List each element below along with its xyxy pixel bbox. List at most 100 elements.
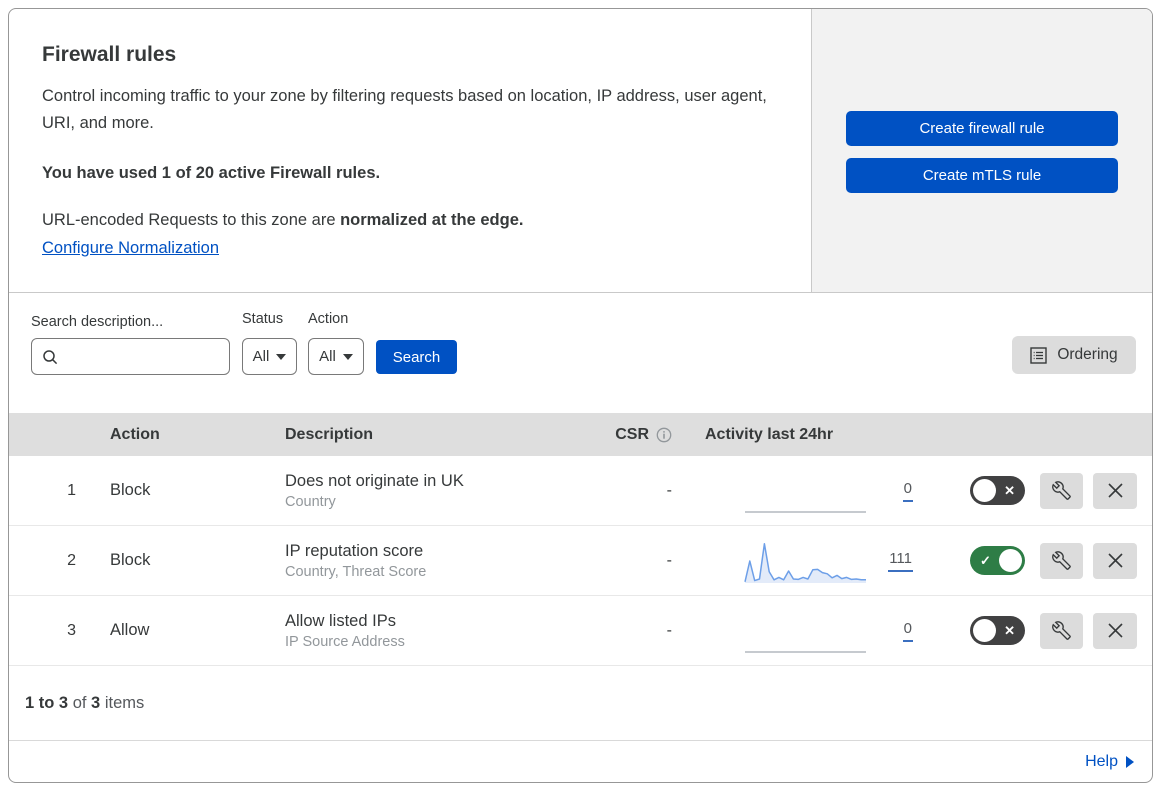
- chevron-down-icon: [342, 353, 353, 360]
- status-dropdown[interactable]: All: [242, 338, 297, 375]
- rule-description: Allow listed IPs: [285, 611, 396, 630]
- csr-header-label: CSR: [615, 425, 649, 443]
- activity-sparkline: [745, 510, 866, 513]
- items-total: 3: [91, 693, 101, 712]
- wrench-icon: [1052, 551, 1071, 570]
- rule-priority: 3: [67, 621, 76, 639]
- create-firewall-rule-button[interactable]: Create firewall rule: [846, 111, 1118, 146]
- activity-count-link[interactable]: 0: [902, 620, 913, 642]
- rule-enabled-toggle[interactable]: ✕: [970, 476, 1025, 505]
- rule-priority: 1: [67, 481, 76, 499]
- toggle-state-icon: ✓: [980, 552, 991, 568]
- rule-description-cell: Does not originate in UK Country: [285, 472, 605, 510]
- create-mtls-rule-button[interactable]: Create mTLS rule: [846, 158, 1118, 193]
- action-column-header: Action: [110, 425, 160, 443]
- delete-rule-button[interactable]: [1093, 472, 1137, 509]
- rule-controls: ✓: [920, 542, 1152, 579]
- close-icon: [1107, 622, 1124, 639]
- filter-bar: Search description... Status All Action …: [9, 293, 1152, 413]
- items-text: items: [100, 693, 145, 712]
- toggle-knob: [973, 619, 996, 642]
- ordering-button[interactable]: Ordering: [1012, 336, 1136, 374]
- status-filter-label: Status: [242, 311, 284, 327]
- rule-controls: ✕: [920, 612, 1152, 649]
- configure-normalization-link[interactable]: Configure Normalization: [42, 239, 219, 258]
- normalization-note: URL-encoded Requests to this zone are no…: [42, 211, 771, 230]
- rule-activity-cell: 0: [690, 596, 920, 665]
- rule-action: Allow: [110, 621, 150, 639]
- rule-description-cell: Allow listed IPs IP Source Address: [285, 612, 605, 650]
- rule-enabled-toggle[interactable]: ✕: [970, 616, 1025, 645]
- rule-priority: 2: [67, 551, 76, 569]
- activity-column-header: Activity last 24hr: [705, 425, 834, 443]
- rule-activity-cell: 111: [690, 526, 920, 595]
- toggle-state-icon: ✕: [1004, 622, 1015, 638]
- status-dropdown-value: All: [252, 348, 270, 365]
- toggle-knob: [999, 549, 1022, 572]
- rule-criteria: IP Source Address: [285, 633, 405, 650]
- edit-rule-button[interactable]: [1040, 542, 1083, 579]
- help-arrow-icon: [1126, 756, 1134, 768]
- help-link[interactable]: Help: [1085, 753, 1134, 771]
- firewall-rules-card: Firewall rules Control incoming traffic …: [8, 8, 1153, 783]
- normalization-text: URL-encoded Requests to this zone are: [42, 211, 341, 230]
- rule-enabled-toggle[interactable]: ✓: [970, 546, 1025, 575]
- action-filter-label: Action: [308, 311, 349, 327]
- delete-rule-button[interactable]: [1093, 612, 1137, 649]
- activity-sparkline: [744, 542, 866, 583]
- toggle-knob: [973, 479, 996, 502]
- rule-activity-cell: 0: [690, 456, 920, 525]
- rule-description: IP reputation score: [285, 541, 424, 560]
- close-icon: [1107, 482, 1124, 499]
- header-text-block: Firewall rules Control incoming traffic …: [9, 9, 811, 292]
- rule-criteria: Country: [285, 493, 336, 510]
- help-label: Help: [1085, 753, 1118, 770]
- rule-action: Block: [110, 481, 151, 499]
- table-row: 3 Allow Allow listed IPs IP Source Addre…: [9, 596, 1152, 666]
- actions-panel: Create firewall rule Create mTLS rule: [811, 9, 1152, 292]
- wrench-icon: [1052, 481, 1071, 500]
- table-header: Action Description CSR Activity last 24h…: [9, 413, 1152, 456]
- search-button[interactable]: Search: [376, 340, 457, 374]
- chevron-down-icon: [276, 353, 287, 360]
- rule-controls: ✕: [920, 472, 1152, 509]
- info-icon[interactable]: [656, 427, 672, 443]
- search-icon: [42, 349, 58, 365]
- rule-csr-value: -: [666, 481, 672, 499]
- activity-count-link[interactable]: 111: [888, 550, 913, 572]
- search-input[interactable]: [31, 338, 246, 375]
- edit-rule-button[interactable]: [1040, 612, 1083, 649]
- page-title: Firewall rules: [42, 43, 177, 66]
- help-bar: Help: [9, 741, 1152, 782]
- search-field[interactable]: [65, 348, 246, 365]
- rule-action: Block: [110, 551, 151, 569]
- rule-description: Does not originate in UK: [285, 471, 464, 490]
- table-row: 2 Block IP reputation score Country, Thr…: [9, 526, 1152, 596]
- rule-description-cell: IP reputation score Country, Threat Scor…: [285, 542, 605, 580]
- close-icon: [1107, 552, 1124, 569]
- activity-sparkline: [745, 650, 866, 653]
- delete-rule-button[interactable]: [1093, 542, 1137, 579]
- page-description: Control incoming traffic to your zone by…: [42, 87, 767, 132]
- table-row: 1 Block Does not originate in UK Country…: [9, 456, 1152, 526]
- rule-criteria: Country, Threat Score: [285, 563, 427, 580]
- list-ordering-icon: [1030, 346, 1048, 364]
- pagination-summary: 1 to 3 of 3 items: [9, 666, 1152, 741]
- action-dropdown-value: All: [319, 348, 336, 365]
- activity-count-link[interactable]: 0: [902, 480, 913, 502]
- wrench-icon: [1052, 621, 1071, 640]
- rule-csr-value: -: [666, 621, 672, 639]
- description-column-header: Description: [285, 425, 374, 443]
- of-text: of: [68, 693, 92, 712]
- header-section: Firewall rules Control incoming traffic …: [9, 9, 1152, 293]
- ordering-button-label: Ordering: [1057, 346, 1118, 363]
- action-dropdown[interactable]: All: [308, 338, 364, 375]
- items-range: 1 to 3: [25, 693, 69, 712]
- rule-csr-value: -: [666, 551, 672, 569]
- toggle-state-icon: ✕: [1004, 482, 1015, 498]
- usage-summary: You have used 1 of 20 active Firewall ru…: [42, 164, 381, 183]
- search-label: Search description...: [31, 314, 164, 330]
- csr-column-header: CSR: [605, 426, 690, 444]
- normalization-bold: normalized at the edge.: [340, 211, 524, 230]
- edit-rule-button[interactable]: [1040, 472, 1083, 509]
